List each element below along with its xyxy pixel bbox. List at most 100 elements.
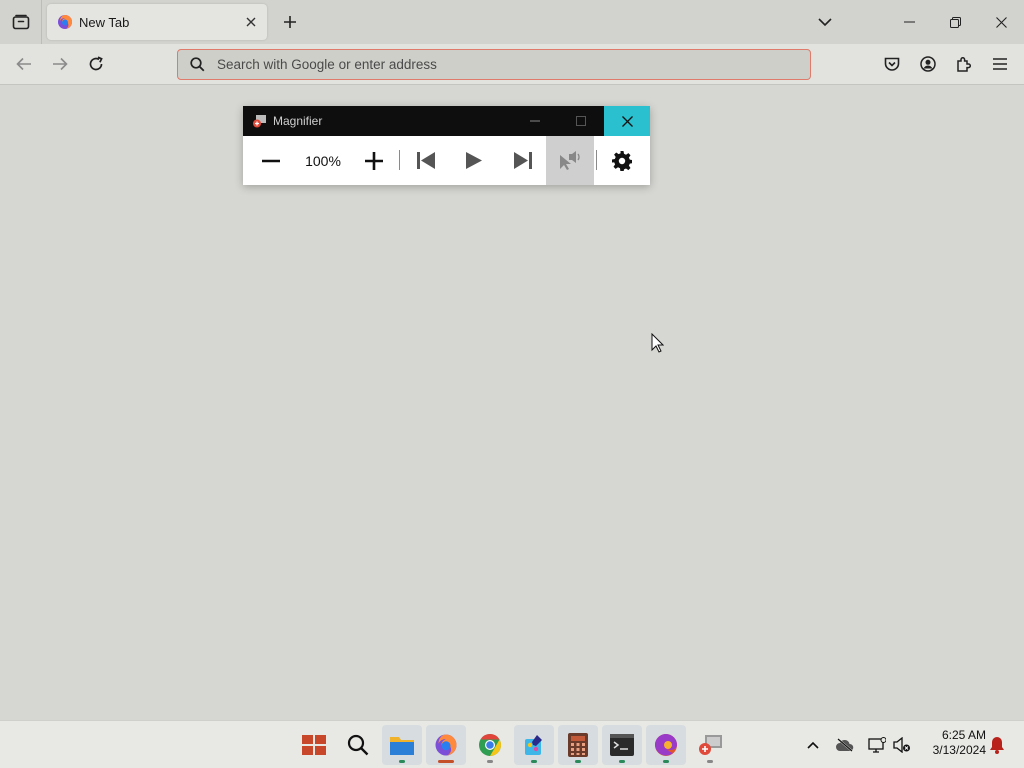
close-icon <box>621 115 633 127</box>
reload-icon <box>89 56 103 71</box>
minimize-icon <box>530 120 540 122</box>
taskbar-search-button[interactable] <box>338 725 378 765</box>
plus-icon <box>284 16 296 28</box>
clock-time: 6:25 AM <box>941 728 986 742</box>
terminal-icon <box>610 734 634 756</box>
running-indicator <box>707 760 713 763</box>
running-indicator <box>575 760 581 763</box>
chrome-icon <box>479 734 501 756</box>
toolbar-separator <box>399 150 400 170</box>
close-window-button[interactable] <box>978 0 1024 44</box>
zoom-level: 100% <box>305 152 341 169</box>
running-indicator <box>399 760 405 763</box>
magnifier-title: Magnifier <box>273 114 323 128</box>
edge-icon <box>655 734 677 756</box>
read-play-button[interactable] <box>455 136 493 185</box>
taskbar-chrome[interactable] <box>470 725 510 765</box>
bell-icon <box>990 737 1004 754</box>
magnifier-maximize-button[interactable] <box>558 106 604 136</box>
pocket-icon <box>884 57 900 71</box>
cloud-offline-icon <box>836 738 854 752</box>
taskbar-magnifier[interactable] <box>690 725 730 765</box>
network-tray-button[interactable] <box>865 733 889 757</box>
arrow-left-icon <box>16 57 31 71</box>
running-indicator <box>487 760 493 763</box>
read-from-here-button[interactable] <box>546 136 594 185</box>
list-all-tabs-button[interactable] <box>802 0 848 44</box>
taskbar-terminal[interactable] <box>602 725 642 765</box>
tab-close-button[interactable] <box>241 12 261 32</box>
close-icon <box>246 17 256 27</box>
restore-button[interactable] <box>932 0 978 44</box>
back-button[interactable] <box>9 50 39 78</box>
reload-button[interactable] <box>81 50 111 78</box>
tab-strip: New Tab <box>0 0 1024 44</box>
system-clock[interactable]: 6:25 AM 3/13/2024 <box>918 728 986 758</box>
onedrive-tray-button[interactable] <box>833 733 857 757</box>
pocket-button[interactable] <box>877 50 907 78</box>
magnifier-minimize-button[interactable] <box>512 106 558 136</box>
start-button[interactable] <box>294 725 334 765</box>
firefox-view-icon <box>12 14 29 30</box>
show-hidden-icons-button[interactable] <box>801 733 825 757</box>
chevron-down-icon <box>818 17 832 26</box>
minimize-icon <box>903 21 915 23</box>
account-button[interactable] <box>913 50 943 78</box>
extensions-button[interactable] <box>949 50 979 78</box>
forward-button[interactable] <box>45 50 75 78</box>
running-indicator <box>663 760 669 763</box>
skip-forward-icon <box>513 152 532 169</box>
zoom-in-button[interactable] <box>356 136 392 185</box>
magnifier-close-button[interactable] <box>604 106 650 136</box>
taskbar-paint[interactable] <box>514 725 554 765</box>
previous-paragraph-button[interactable] <box>407 136 445 185</box>
magnifier-titlebar[interactable]: Magnifier <box>243 106 650 136</box>
volume-tray-button[interactable] <box>890 733 914 757</box>
magnifier-toolbar: 100% <box>243 136 650 185</box>
zoom-out-button[interactable] <box>253 136 289 185</box>
play-icon <box>466 152 482 169</box>
folder-icon <box>390 737 414 755</box>
close-icon <box>995 16 1007 28</box>
plus-icon <box>365 151 383 170</box>
windows-logo-icon <box>302 735 326 755</box>
running-indicator <box>531 760 537 763</box>
address-input[interactable] <box>217 57 777 72</box>
pointer-speaker-icon <box>560 150 580 170</box>
search-icon <box>190 57 205 72</box>
restore-icon <box>949 16 961 28</box>
taskbar-calculator[interactable] <box>558 725 598 765</box>
notifications-button[interactable] <box>985 733 1009 757</box>
magnifier-icon <box>699 735 722 755</box>
firefox-icon <box>58 15 72 29</box>
active-indicator <box>438 760 454 763</box>
minimize-button[interactable] <box>886 0 932 44</box>
taskbar-edge[interactable] <box>646 725 686 765</box>
running-indicator <box>619 760 625 763</box>
taskbar-file-explorer[interactable] <box>382 725 422 765</box>
maximize-icon <box>576 116 586 126</box>
puzzle-icon <box>957 56 972 72</box>
taskbar-firefox[interactable] <box>426 725 466 765</box>
new-tab-button[interactable] <box>276 8 304 36</box>
volume-muted-icon <box>893 737 910 753</box>
clock-date: 3/13/2024 <box>932 743 986 757</box>
zoom-level-display: 100% <box>295 136 351 185</box>
firefox-icon <box>435 734 457 756</box>
network-icon <box>868 737 886 753</box>
arrow-right-icon <box>53 57 68 71</box>
hamburger-menu-icon <box>993 58 1007 70</box>
magnifier-settings-button[interactable] <box>603 136 641 185</box>
tab-new-tab[interactable]: New Tab <box>47 4 267 40</box>
next-paragraph-button[interactable] <box>503 136 541 185</box>
mouse-pointer-icon <box>651 333 664 353</box>
gear-icon <box>612 150 632 171</box>
skip-back-icon <box>416 152 435 169</box>
firefox-view-button[interactable] <box>0 0 42 44</box>
chevron-up-icon <box>807 741 819 749</box>
account-icon <box>920 56 936 72</box>
app-menu-button[interactable] <box>985 50 1015 78</box>
address-bar[interactable] <box>177 49 811 80</box>
magnifier-app-icon <box>253 114 266 127</box>
tab-title: New Tab <box>79 14 130 30</box>
